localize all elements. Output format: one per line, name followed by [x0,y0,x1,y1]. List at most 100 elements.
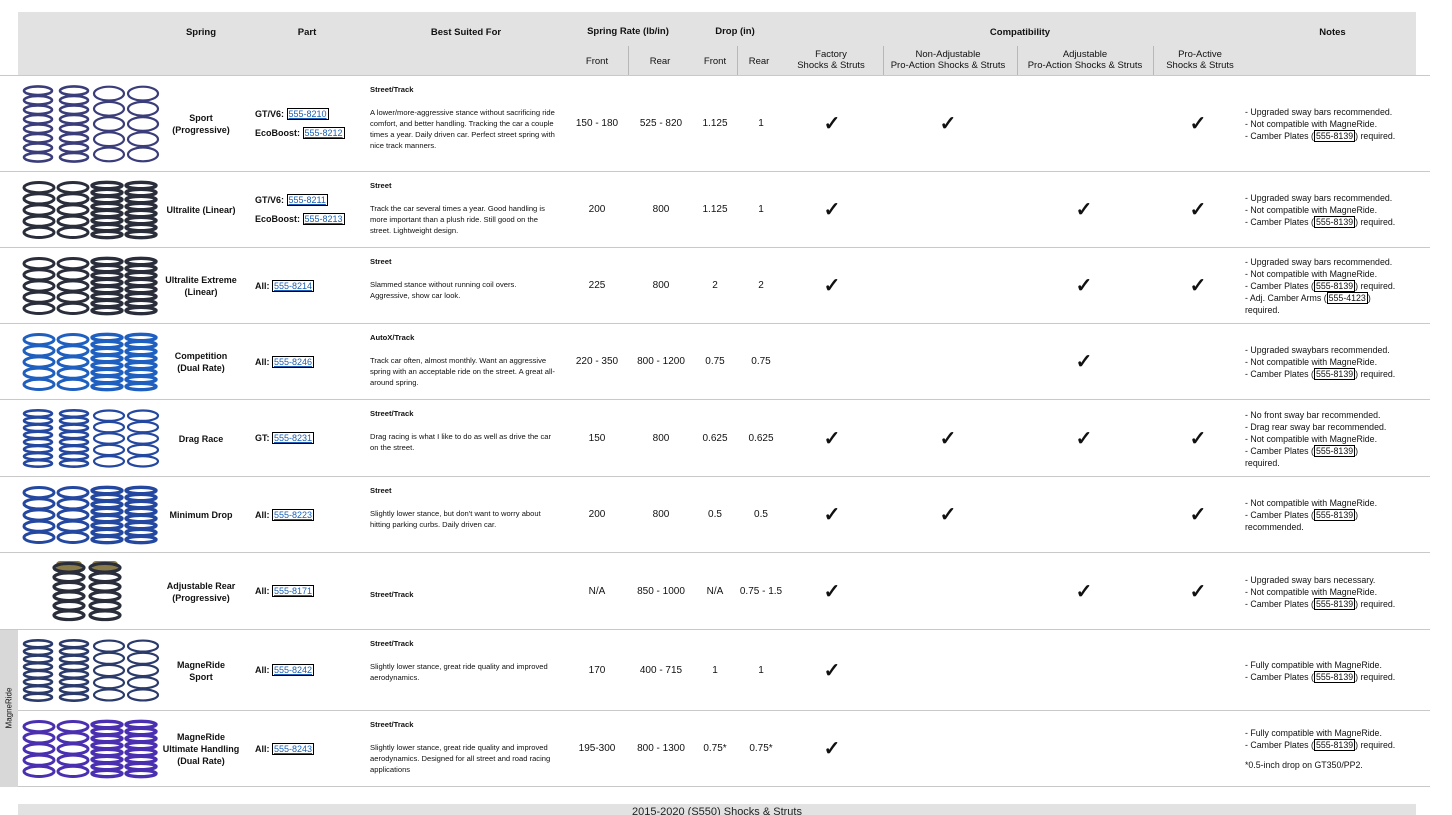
part-number-link[interactable]: 555-8223 [272,508,315,521]
table-row: Minimum Drop All: 555-8223 Street Slightly … [0,477,1430,553]
notes: - Upgraded sway bars recommended. - Not c… [1245,248,1430,324]
part-number-link[interactable]: 555-8242 [272,664,315,676]
notes-line: - Not compatible with MagneRide. [1245,269,1378,279]
part-numbers: GT/V6: 555-8211 EcoBoost: 555-8213 [255,172,365,248]
header-rate-rear: Rear [649,56,671,67]
part-reference[interactable]: 555-8139 [1313,670,1356,683]
compat-adjustable-check-icon: ✓ [1075,275,1093,297]
part-number-link[interactable]: 555-8246 [272,355,315,368]
part-number-link[interactable]: 555-8231 [272,432,315,444]
rate-front: 150 [588,432,606,444]
next-section-title: 2015-2020 (S550) Shocks & Struts [632,806,802,815]
table-row: MagneRide Sport All: 555-8242 Street/Track… [0,630,1430,711]
spring-image [20,80,160,168]
drop-front: 0.75* [703,743,727,754]
rate-front: 200 [588,204,606,215]
part-reference[interactable]: 555-8139 [1313,216,1356,228]
part-reference[interactable]: 555-4123 [1326,292,1368,304]
best-suited-for: Street/Track Slightly lower stance, great… [370,719,555,785]
best-suited-title: Street/Track [370,85,414,94]
part-number-link[interactable]: 555-8171 [272,585,315,597]
header-spring-rate: Spring Rate (lb/in) [587,26,669,37]
part-number-link[interactable]: 555-8243 [272,742,315,755]
spring-name: Ultralite (Linear) [166,205,236,215]
best-suited-for: Street Track the car several times a year… [370,180,555,246]
spring-image [20,404,160,473]
part-line: GT/V6: 555-8211 [255,191,328,210]
table-row: Ultralite Extreme (Linear) All: 555-8214 S… [0,248,1430,324]
spring-name: Adjustable Rear (Progressive) [166,580,236,603]
part-number-link[interactable]: 555-8212 [302,127,345,139]
best-suited-description: Slammed stance without running coil over… [370,280,517,300]
part-reference[interactable]: 555-8139 [1313,368,1356,380]
best-suited-for: Street/Track [370,561,555,628]
header-compatibility: Compatibility [989,27,1051,38]
part-line: GT: 555-8231 [255,429,315,448]
compat-factory-check-icon: ✓ [823,659,841,682]
notes: - Upgraded sway bars recommended. - Not c… [1245,76,1430,172]
part-number-link[interactable]: 555-8214 [272,279,315,292]
part-label: All: [255,509,272,520]
part-numbers: All: 555-8246 [255,324,365,400]
drop-rear: 0.5 [754,509,768,520]
notes-line: *0.5-inch drop on GT350/PP2. [1245,760,1363,770]
table-row: Ultralite (Linear) GT/V6: 555-8211 EcoBoos… [0,172,1430,248]
compat-pro-active-check-icon: ✓ [1189,199,1207,221]
header-notes: Notes [1319,27,1346,38]
part-numbers: All: 555-8223 [255,477,365,553]
header-factory: Factory Shocks & Struts [797,49,865,71]
part-numbers: All: 555-8242 [255,630,365,711]
header-drop-rear: Rear [748,56,770,67]
notes-line: - Camber Plates (555-8139) required. [1245,216,1396,228]
notes-line: recommended. [1245,522,1304,532]
drop-rear: 0.75 - 1.5 [739,585,783,597]
part-number-link[interactable]: 555-8211 [286,194,328,206]
header-divider [737,46,738,76]
rate-front: 195-300 [578,743,616,754]
best-suited-description: Drag racing is what I like to do as well… [370,432,552,452]
part-number-link[interactable]: 555-8210 [286,108,329,120]
spring-image [20,176,160,244]
compat-factory-check-icon: ✓ [823,580,841,603]
part-reference[interactable]: 555-8139 [1313,739,1356,751]
drop-front: 0.5 [708,509,722,520]
compat-factory-check-icon: ✓ [823,427,841,450]
notes-line: - Not compatible with MagneRide. [1245,433,1378,444]
drop-front: N/A [706,585,724,597]
notes-line: - Upgraded sway bars necessary. [1245,574,1376,585]
notes-line: - Not compatible with MagneRide. [1245,357,1378,367]
compat-adjustable-check-icon: ✓ [1075,427,1093,450]
notes: - Upgraded swaybars recommended. - Not co… [1245,324,1430,400]
part-reference[interactable]: 555-8139 [1313,444,1356,457]
part-label: EcoBoost: [255,214,303,224]
spring-image [20,328,160,396]
table-row: Adjustable Rear (Progressive) All: 555-81… [0,553,1430,630]
notes: - No front sway bar recommended. - Drag r… [1245,400,1430,477]
part-reference[interactable]: 555-8139 [1313,280,1356,292]
rate-rear: 800 [652,509,670,520]
part-reference[interactable]: 555-8139 [1313,130,1356,142]
drop-rear: 1 [758,204,764,215]
header-adjustable: Adjustable Pro-Action Shocks & Struts [1027,49,1143,71]
spring-image [20,715,160,783]
rate-rear: 850 - 1000 [637,585,685,597]
notes-line: - Camber Plates (555-8139) [1245,444,1359,457]
best-suited-description: Slightly lower stance, great ride qualit… [370,743,551,774]
header-divider [1153,46,1154,76]
best-suited-title: Street [370,181,392,190]
rate-front: 200 [588,509,606,520]
part-number-link[interactable]: 555-8213 [302,213,345,225]
notes-line: - Fully compatible with MagneRide. [1245,728,1382,738]
rate-front: 150 - 180 [575,118,619,129]
part-numbers: GT: 555-8231 [255,400,365,477]
best-suited-for: Street/Track A lower/more-aggressive stan… [370,84,555,170]
part-reference[interactable]: 555-8139 [1313,509,1356,521]
notes-line: - Camber Plates (555-8139) required. [1245,739,1396,751]
best-suited-title: Street [370,486,392,495]
compat-pro-active-check-icon: ✓ [1189,504,1207,526]
part-reference[interactable]: 555-8139 [1313,597,1356,610]
best-suited-title: Street [370,257,392,266]
notes-line: - Camber Plates (555-8139) required. [1245,670,1396,683]
notes-line: - Camber Plates (555-8139) [1245,509,1359,521]
compat-non-adjustable-check-icon: ✓ [939,427,957,450]
